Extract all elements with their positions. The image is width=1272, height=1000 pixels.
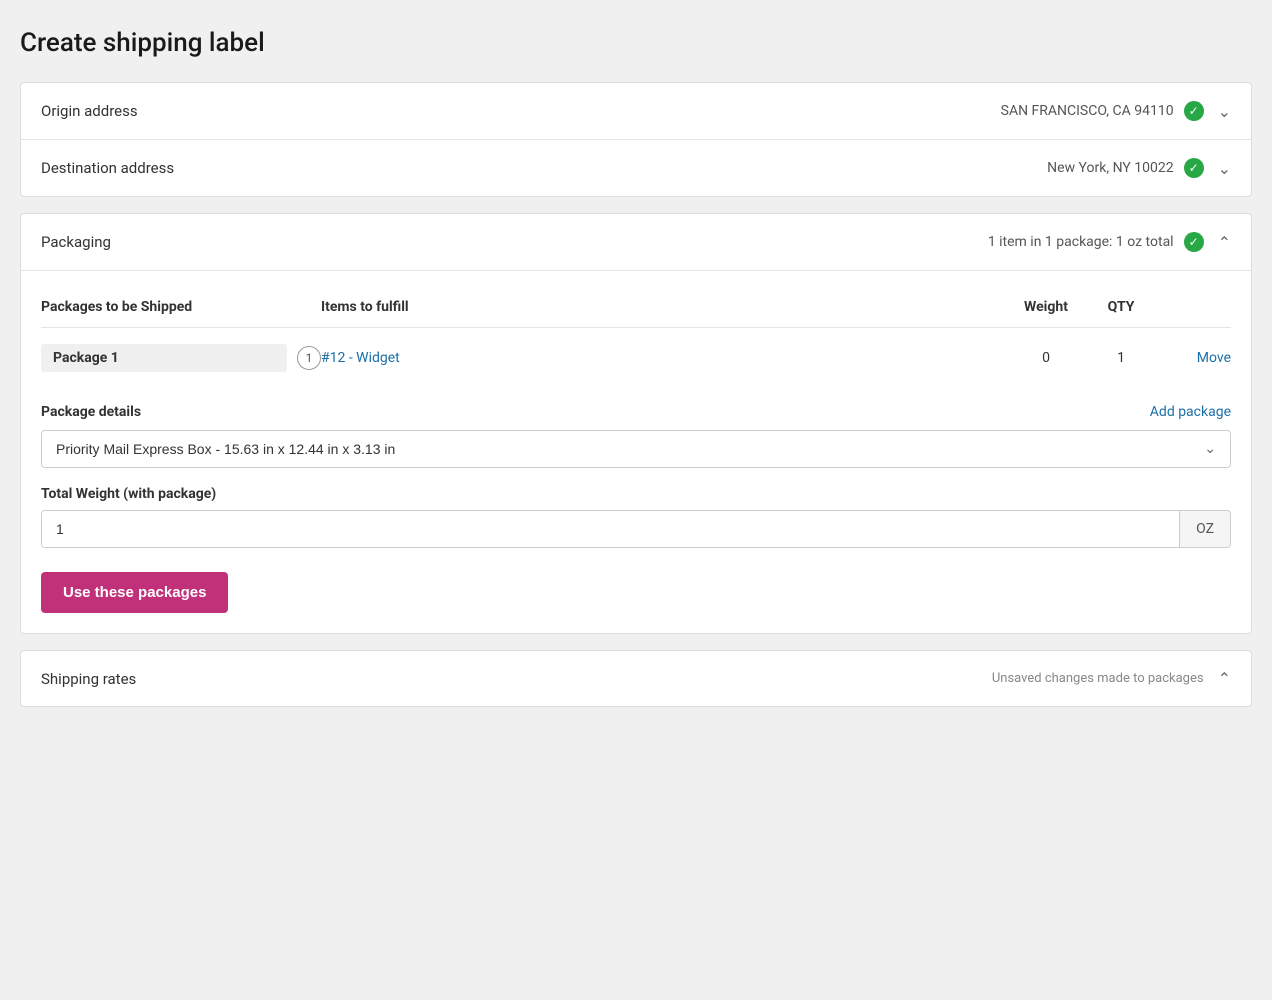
shipping-rates-header-row[interactable]: Shipping rates Unsaved changes made to p…	[21, 651, 1251, 706]
page-title: Create shipping label	[20, 20, 1252, 58]
col-items-label: Items to fulfill	[321, 299, 1001, 315]
total-weight-label: Total Weight (with package)	[41, 486, 1231, 502]
item-link[interactable]: #12 - Widget	[321, 350, 1001, 366]
item-weight: 0	[1001, 350, 1091, 366]
origin-label: Origin address	[41, 102, 138, 120]
origin-verified-icon: ✓	[1184, 101, 1204, 121]
col-packages-label: Packages to be Shipped	[41, 299, 321, 315]
packaging-body: Packages to be Shipped Items to fulfill …	[21, 271, 1251, 633]
destination-value: New York, NY 10022	[1047, 160, 1173, 176]
origin-address-row[interactable]: Origin address SAN FRANCISCO, CA 94110 ✓…	[21, 83, 1251, 140]
packaging-verified-icon: ✓	[1184, 232, 1204, 252]
move-button[interactable]: Move	[1151, 350, 1231, 366]
package-name-cell: Package 1 1	[41, 344, 321, 372]
weight-input-wrapper: OZ	[41, 510, 1231, 548]
packaging-summary: 1 item in 1 package: 1 oz total	[988, 234, 1174, 250]
add-package-button[interactable]: Add package	[1150, 404, 1231, 420]
package-details-header: Package details Add package	[41, 404, 1231, 420]
origin-chevron-down-icon: ⌄	[1218, 102, 1231, 121]
shipping-rates-label: Shipping rates	[41, 670, 136, 688]
package-name: Package 1	[41, 344, 287, 372]
unsaved-changes-text: Unsaved changes made to packages	[992, 671, 1204, 686]
origin-value: SAN FRANCISCO, CA 94110	[1001, 103, 1174, 119]
col-qty-label: QTY	[1091, 299, 1151, 315]
package-details-section: Package details Add package Priority Mai…	[41, 400, 1231, 548]
packaging-header-row[interactable]: Packaging 1 item in 1 package: 1 oz tota…	[21, 214, 1251, 271]
packages-table-header: Packages to be Shipped Items to fulfill …	[41, 291, 1231, 328]
destination-label: Destination address	[41, 159, 174, 177]
packaging-label: Packaging	[41, 233, 111, 251]
shipping-rates-chevron-up-icon: ⌃	[1218, 669, 1231, 688]
item-qty: 1	[1091, 350, 1151, 366]
weight-input[interactable]	[42, 511, 1179, 547]
package-type-select[interactable]: Priority Mail Express Box - 15.63 in x 1…	[42, 431, 1230, 467]
weight-unit-label: OZ	[1179, 511, 1230, 547]
shipping-rates-card: Shipping rates Unsaved changes made to p…	[20, 650, 1252, 707]
packaging-card: Packaging 1 item in 1 package: 1 oz tota…	[20, 213, 1252, 634]
package-count-badge: 1	[297, 346, 321, 370]
table-row: Package 1 1 #12 - Widget 0 1 Move	[41, 336, 1231, 380]
destination-verified-icon: ✓	[1184, 158, 1204, 178]
destination-chevron-down-icon: ⌄	[1218, 159, 1231, 178]
use-packages-button[interactable]: Use these packages	[41, 572, 228, 613]
package-details-label: Package details	[41, 404, 141, 420]
col-action-label	[1151, 299, 1231, 315]
total-weight-section: Total Weight (with package) OZ	[41, 486, 1231, 548]
packaging-chevron-up-icon: ⌃	[1218, 233, 1231, 252]
col-weight-label: Weight	[1001, 299, 1091, 315]
package-select-wrapper: Priority Mail Express Box - 15.63 in x 1…	[41, 430, 1231, 468]
destination-address-row[interactable]: Destination address New York, NY 10022 ✓…	[21, 140, 1251, 196]
